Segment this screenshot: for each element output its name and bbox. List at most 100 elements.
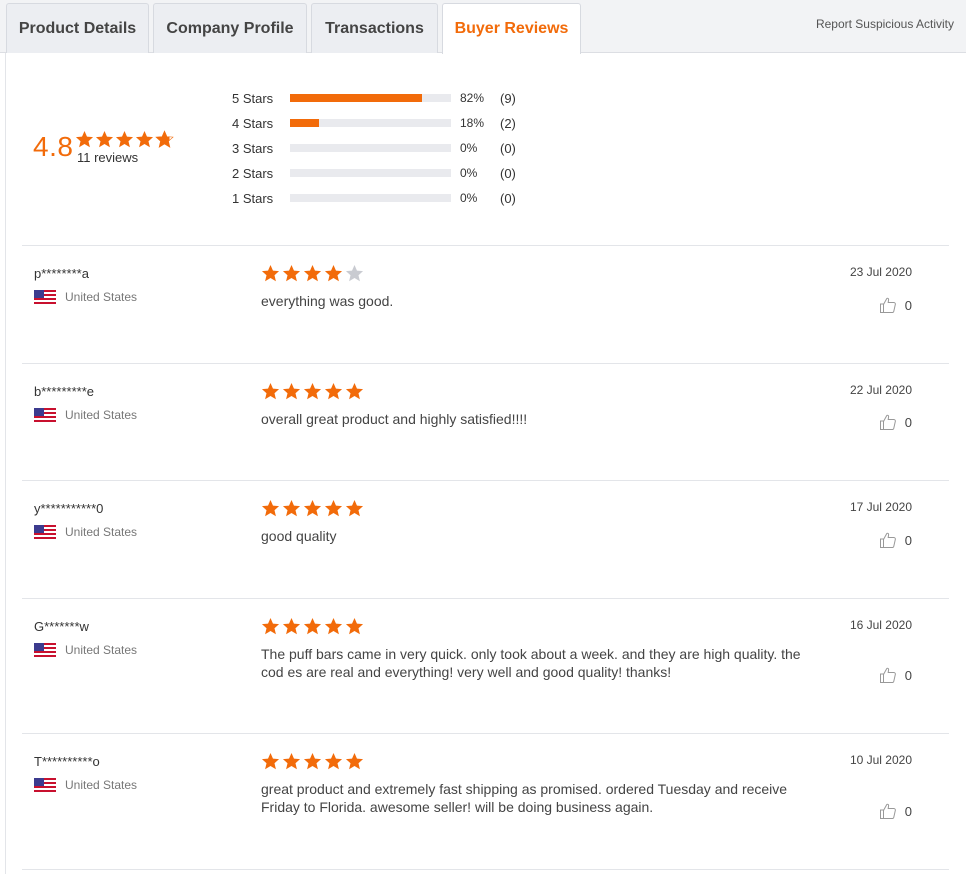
divider [22, 598, 949, 599]
star-icon [345, 264, 364, 282]
star-icon [345, 382, 364, 400]
distribution-row: 5 Stars 82% (9) [232, 90, 516, 106]
review-stars [261, 264, 364, 283]
like-count: 0 [904, 414, 912, 430]
country-name: United States [65, 643, 138, 657]
average-score: 4.8 [33, 131, 74, 162]
distribution-row: 4 Stars 18% (2) [232, 115, 516, 131]
reviewer-name: b*********e [34, 384, 94, 399]
like-button[interactable]: 0 [879, 296, 912, 314]
us-flag-icon [34, 290, 56, 304]
distribution-label: 1 Stars [232, 190, 274, 206]
tab-company-profile[interactable]: Company Profile [153, 3, 307, 53]
tab-transactions[interactable]: Transactions [311, 3, 438, 53]
star-icon [324, 752, 343, 770]
distribution-row: 1 Stars 0% (0) [232, 190, 516, 206]
star-icon [261, 752, 280, 770]
average-stars [75, 130, 174, 149]
star-icon [115, 130, 134, 148]
review-date: 16 Jul 2020 [849, 618, 912, 632]
star-icon [282, 499, 301, 517]
distribution-percent: 82% [460, 91, 485, 105]
distribution-count: (0) [500, 190, 516, 206]
reviewer-name: G*******w [34, 619, 89, 634]
review-comment: overall great product and highly satisfi… [261, 411, 528, 427]
like-button[interactable]: 0 [879, 531, 912, 549]
star-icon [261, 617, 280, 635]
country-name: United States [65, 408, 138, 422]
star-icon [75, 130, 94, 148]
reviewer-country: United States [34, 525, 137, 539]
reviewer-name: p********a [34, 266, 89, 281]
thumbs-up-icon [879, 297, 896, 313]
distribution-percent: 0% [460, 166, 478, 180]
distribution-bar-fill [290, 119, 319, 127]
us-flag-icon [34, 643, 56, 657]
star-icon [324, 617, 343, 635]
like-button[interactable]: 0 [879, 413, 912, 431]
like-count: 0 [904, 803, 912, 819]
thumbs-up-icon [879, 532, 896, 548]
country-name: United States [65, 525, 138, 539]
distribution-count: (2) [500, 115, 516, 131]
divider [22, 869, 949, 870]
reviewer-country: United States [34, 643, 137, 657]
distribution-row: 2 Stars 0% (0) [232, 165, 516, 181]
review-comment: The puff bars came in very quick. only t… [261, 646, 801, 680]
us-flag-icon [34, 408, 56, 422]
review-comment: everything was good. [261, 293, 394, 309]
review-comment: great product and extremely fast shippin… [261, 781, 788, 815]
star-icon [303, 752, 322, 770]
distribution-bar [290, 144, 451, 152]
us-flag-icon [34, 778, 56, 792]
thumbs-up-icon [879, 414, 896, 430]
distribution-percent: 0% [460, 191, 478, 205]
star-icon [282, 382, 301, 400]
star-icon [303, 264, 322, 282]
us-flag-icon [34, 525, 56, 539]
star-icon [303, 382, 322, 400]
star-icon [324, 499, 343, 517]
star-icon [345, 617, 364, 635]
reviewer-country: United States [34, 408, 137, 422]
divider [22, 245, 949, 246]
star-icon [95, 130, 114, 148]
country-name: United States [65, 778, 138, 792]
star-icon [345, 752, 364, 770]
star-icon [282, 752, 301, 770]
thumbs-up-icon [879, 667, 896, 683]
distribution-count: (0) [500, 165, 516, 181]
divider [22, 363, 949, 364]
star-icon [303, 617, 322, 635]
report-suspicious-activity-link[interactable]: Report Suspicious Activity [816, 17, 954, 31]
like-count: 0 [904, 532, 912, 548]
distribution-bar [290, 119, 451, 127]
tab-product-details[interactable]: Product Details [6, 3, 149, 53]
reviewer-country: United States [34, 290, 137, 304]
distribution-bar-fill [290, 94, 423, 102]
review-stars [261, 382, 364, 401]
review-date: 10 Jul 2020 [849, 753, 912, 767]
star-icon [303, 499, 322, 517]
like-count: 0 [904, 297, 912, 313]
star-icon [155, 130, 174, 148]
star-icon [324, 264, 343, 282]
divider [22, 733, 949, 734]
star-icon [135, 130, 154, 148]
star-icon [282, 264, 301, 282]
reviewer-name: y***********0 [34, 501, 104, 516]
reviewer-country: United States [34, 778, 137, 792]
star-icon [261, 382, 280, 400]
like-button[interactable]: 0 [879, 666, 912, 684]
distribution-count: (9) [500, 90, 516, 106]
distribution-count: (0) [500, 140, 516, 156]
review-stars [261, 617, 364, 636]
like-button[interactable]: 0 [879, 802, 912, 820]
star-icon [324, 382, 343, 400]
distribution-label: 2 Stars [232, 165, 274, 181]
distribution-label: 5 Stars [232, 90, 274, 106]
divider [22, 480, 949, 481]
tab-buyer-reviews[interactable]: Buyer Reviews [442, 3, 581, 54]
star-icon [261, 264, 280, 282]
like-count: 0 [904, 667, 912, 683]
